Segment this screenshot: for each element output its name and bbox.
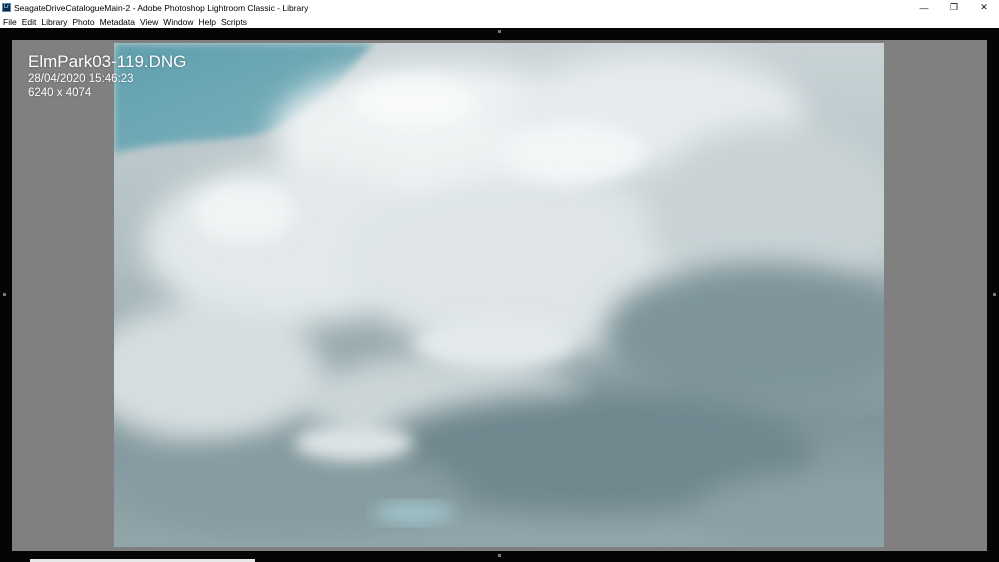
- close-button[interactable]: ✕: [969, 0, 999, 15]
- menu-scripts[interactable]: Scripts: [219, 17, 249, 27]
- photo-preview[interactable]: [114, 43, 884, 547]
- window-controls: — ❐ ✕: [909, 0, 999, 15]
- restore-button[interactable]: ❐: [939, 0, 969, 15]
- menu-library[interactable]: Library: [39, 17, 69, 27]
- title-bar: Lr SeagateDriveCatalogueMain-2 - Adobe P…: [0, 0, 999, 15]
- menu-bar: File Edit Library Photo Metadata View Wi…: [0, 15, 999, 28]
- bottom-panel-toggle[interactable]: [498, 554, 501, 557]
- menu-edit[interactable]: Edit: [20, 17, 39, 27]
- lightroom-app-icon[interactable]: Lr: [2, 3, 11, 12]
- menu-window[interactable]: Window: [161, 17, 195, 27]
- menu-file[interactable]: File: [1, 17, 19, 27]
- minimize-button[interactable]: —: [909, 0, 939, 15]
- photo-capture-time: 28/04/2020 15:46:23: [28, 73, 134, 85]
- menu-view[interactable]: View: [138, 17, 160, 27]
- top-panel-toggle[interactable]: [498, 30, 501, 33]
- right-panel-toggle[interactable]: [993, 293, 996, 296]
- photo-dimensions: 6240 x 4074: [28, 87, 92, 99]
- menu-metadata[interactable]: Metadata: [98, 17, 137, 27]
- cloud-image: [114, 43, 884, 547]
- menu-help[interactable]: Help: [197, 17, 218, 27]
- photo-filename: ElmPark03-119.DNG: [28, 52, 187, 71]
- left-panel-toggle[interactable]: [3, 293, 6, 296]
- menu-photo[interactable]: Photo: [70, 17, 96, 27]
- photo-info-overlay: ElmPark03-119.DNG 28/04/2020 15:46:23 62…: [28, 52, 186, 100]
- window-title: SeagateDriveCatalogueMain-2 - Adobe Phot…: [14, 2, 309, 13]
